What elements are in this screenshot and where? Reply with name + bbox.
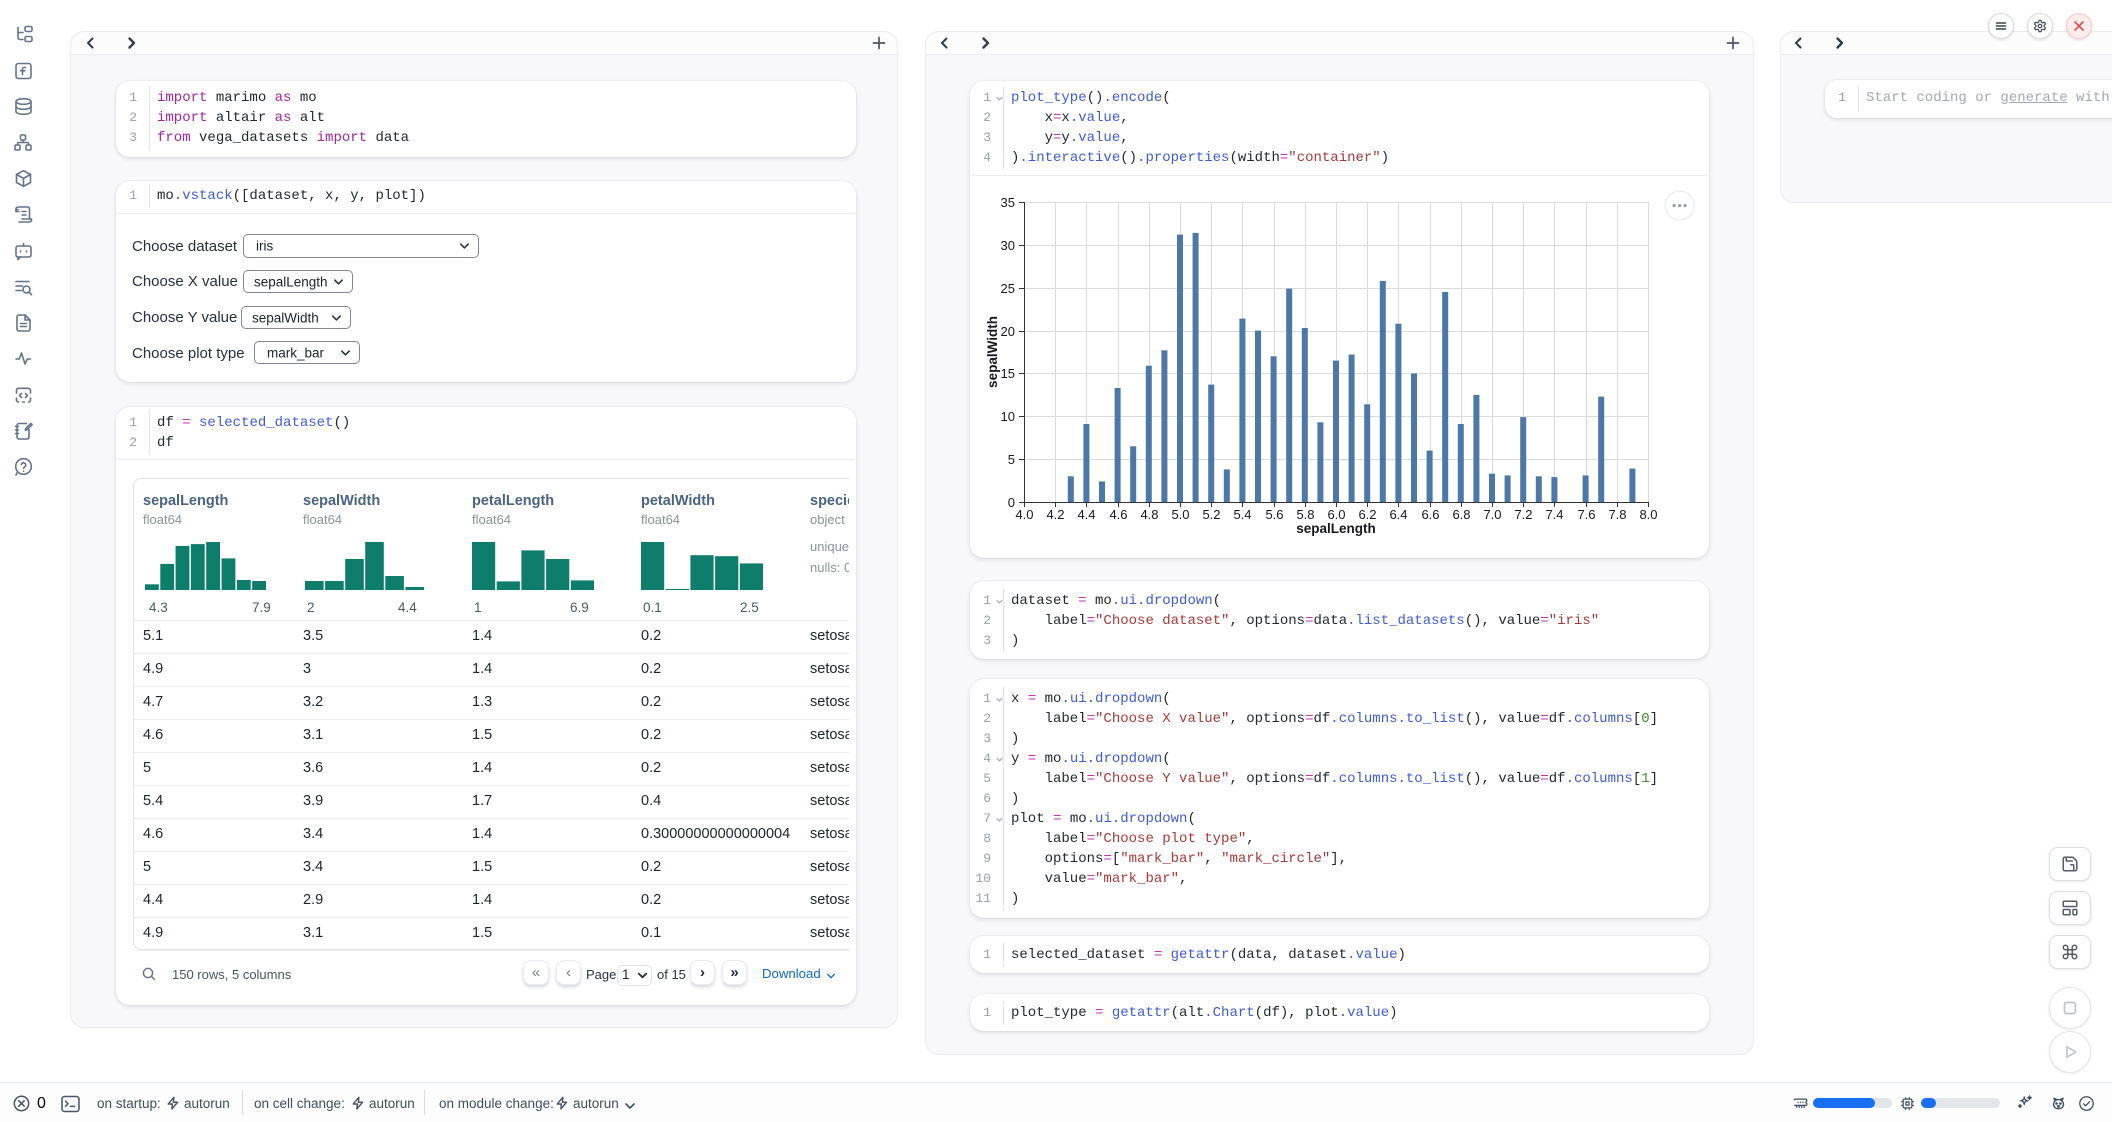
- svg-text:5.4: 5.4: [1233, 507, 1251, 522]
- svg-text:6.8: 6.8: [1452, 507, 1470, 522]
- svg-text:6.6: 6.6: [1421, 507, 1439, 522]
- svg-text:5.6: 5.6: [1265, 507, 1283, 522]
- svg-text:6.0: 6.0: [1327, 507, 1345, 522]
- svg-text:6.4: 6.4: [1389, 507, 1407, 522]
- svg-text:8.0: 8.0: [1639, 507, 1657, 522]
- svg-text:0: 0: [1008, 495, 1015, 510]
- svg-text:10: 10: [1001, 409, 1015, 424]
- svg-text:20: 20: [1001, 324, 1015, 339]
- svg-text:7.4: 7.4: [1545, 507, 1563, 522]
- svg-text:5.0: 5.0: [1171, 507, 1189, 522]
- svg-text:sepalLength: sepalLength: [1296, 521, 1376, 536]
- svg-text:7.2: 7.2: [1514, 507, 1532, 522]
- svg-text:4.2: 4.2: [1046, 507, 1064, 522]
- svg-text:15: 15: [1001, 366, 1015, 381]
- svg-text:25: 25: [1001, 281, 1015, 296]
- svg-text:4.8: 4.8: [1140, 507, 1158, 522]
- svg-text:5.8: 5.8: [1296, 507, 1314, 522]
- svg-text:5: 5: [1008, 452, 1015, 467]
- svg-text:5.2: 5.2: [1202, 507, 1220, 522]
- svg-text:7.8: 7.8: [1608, 507, 1626, 522]
- svg-text:7.0: 7.0: [1483, 507, 1501, 522]
- svg-text:4.4: 4.4: [1077, 507, 1095, 522]
- svg-text:35: 35: [1001, 195, 1015, 210]
- svg-text:30: 30: [1001, 238, 1015, 253]
- svg-text:4.6: 4.6: [1109, 507, 1127, 522]
- svg-text:4.0: 4.0: [1015, 507, 1033, 522]
- svg-text:7.6: 7.6: [1577, 507, 1595, 522]
- svg-text:6.2: 6.2: [1358, 507, 1376, 522]
- svg-text:sepalWidth: sepalWidth: [985, 316, 1000, 388]
